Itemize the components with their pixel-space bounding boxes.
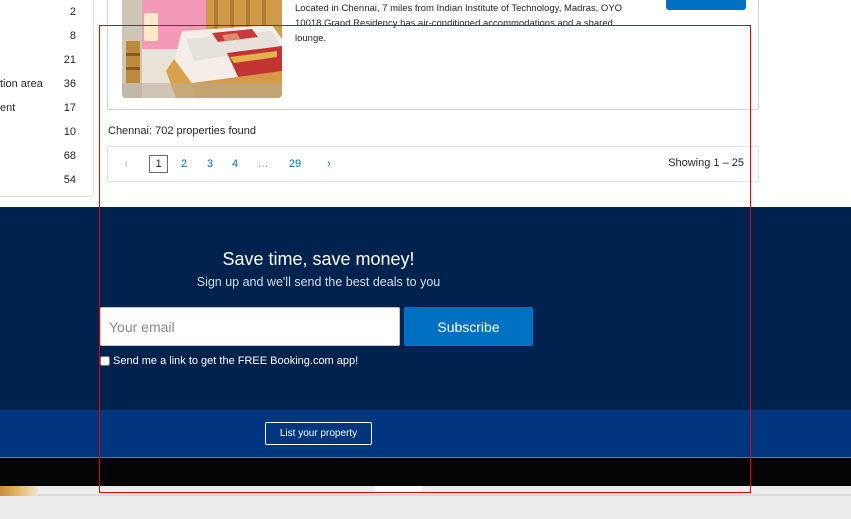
filter-count: 21 (63, 54, 76, 66)
filter-label: ent (0, 102, 16, 114)
filter-count: 17 (63, 102, 76, 114)
filter-label: tion area (0, 78, 43, 90)
newsletter-section: Save time, save money! Sign up and we'll… (0, 207, 851, 410)
page-number-current[interactable]: 1 (149, 155, 168, 173)
filter-option[interactable]: 68 (0, 150, 94, 170)
list-property-button[interactable]: List your property (265, 422, 372, 445)
results-count: Chennai: 702 properties found (108, 125, 256, 137)
filter-option[interactable]: 8 (0, 30, 94, 50)
filter-option[interactable]: 2 (0, 6, 94, 26)
strip-tab (375, 486, 422, 494)
see-availability-button[interactable] (666, 0, 746, 10)
chevron-left-icon[interactable]: ‹ (120, 155, 132, 173)
filter-count: 10 (63, 126, 76, 138)
app-link-label: Send me a link to get the FREE Booking.c… (113, 355, 359, 367)
filter-count: 54 (63, 174, 76, 186)
filter-option[interactable]: ent 17 (0, 102, 94, 122)
property-description: Located in Chennai, 7 miles from Indian … (295, 3, 623, 44)
filter-option[interactable]: 54 (0, 174, 94, 194)
page-ellipsis: … (257, 158, 269, 170)
thumbnail-image (0, 486, 38, 496)
page-link[interactable]: 2 (178, 155, 190, 173)
page-bottom-bar (0, 458, 851, 486)
filter-sidebar: 2 8 21 tion area 36 ent 17 10 68 54 (0, 0, 94, 197)
filter-option[interactable]: 10 (0, 126, 94, 146)
subscribe-button[interactable]: Subscribe (404, 307, 533, 346)
page-link[interactable]: 29 (286, 155, 304, 173)
property-card: Located in Chennai, 7 miles from Indian … (107, 0, 759, 110)
filter-count: 68 (63, 150, 76, 162)
hotel-room-image (122, 0, 282, 98)
list-property-bar: List your property (0, 410, 851, 458)
showing-range: Showing 1 – 25 (668, 157, 744, 169)
app-link-checkbox[interactable] (100, 356, 110, 366)
email-input[interactable] (100, 307, 400, 346)
taskbar-strip (0, 486, 851, 519)
strip-divider (0, 494, 851, 496)
filter-count: 8 (69, 30, 76, 42)
filter-option[interactable]: tion area 36 (0, 78, 94, 98)
property-photo[interactable] (122, 0, 282, 98)
filter-count: 36 (63, 78, 76, 90)
page-link[interactable]: 3 (204, 155, 216, 173)
pagination: ‹ 1 2 3 4 … 29 › Showing 1 – 25 (107, 146, 759, 182)
filter-option[interactable]: 21 (0, 54, 94, 74)
page-link[interactable]: 4 (229, 155, 241, 173)
filter-count: 2 (69, 6, 76, 18)
newsletter-title: Save time, save money! (222, 249, 415, 269)
newsletter-subtitle: Sign up and we'll send the best deals to… (196, 275, 441, 289)
chevron-right-icon[interactable]: › (323, 155, 335, 173)
